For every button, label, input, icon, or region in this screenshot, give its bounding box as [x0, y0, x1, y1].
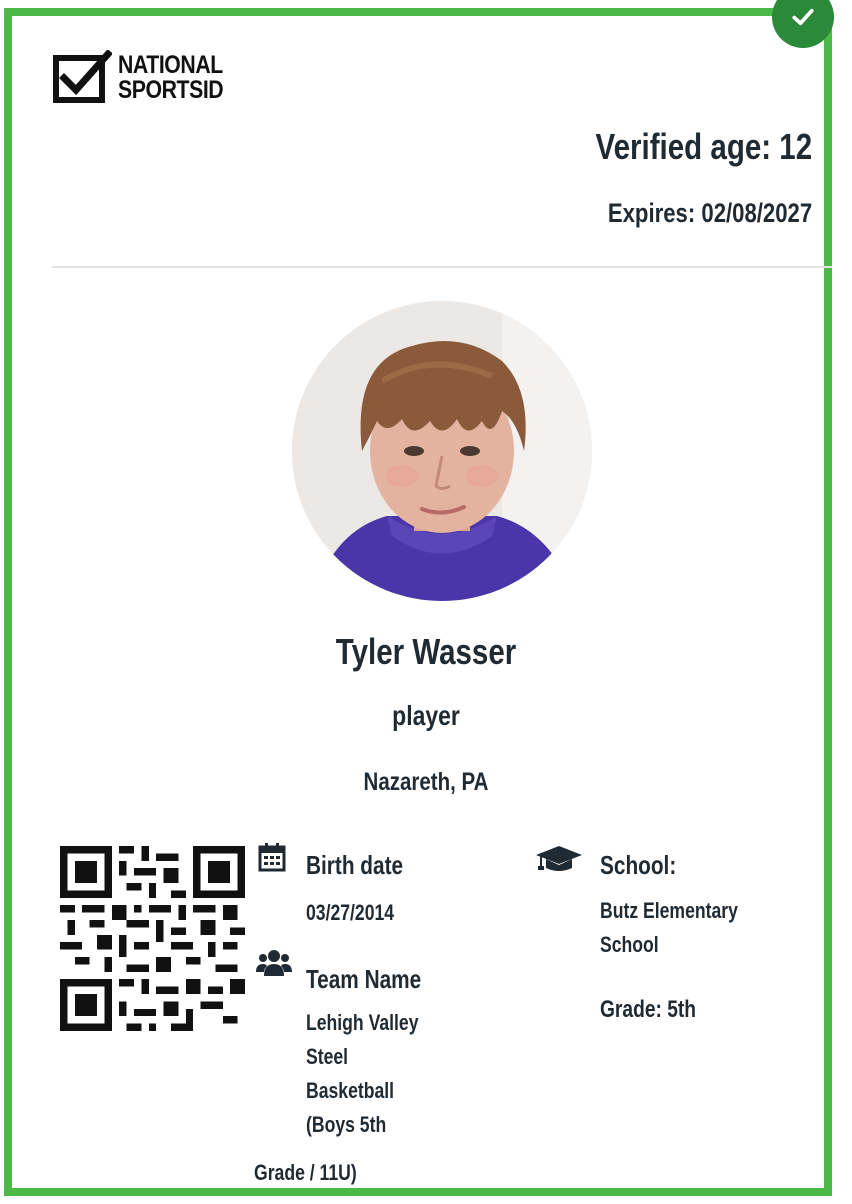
school-line: School — [600, 932, 659, 957]
team-name-label: Team Name — [306, 964, 422, 994]
checkbox-logo-icon — [52, 50, 112, 106]
qr-code — [60, 846, 245, 1031]
header-divider — [52, 266, 832, 268]
school-grade: Grade: 5th — [600, 996, 697, 1023]
graduation-cap-icon — [536, 846, 582, 871]
check-icon — [792, 8, 814, 26]
calendar-icon — [258, 843, 286, 872]
verified-age: Verified age: 12 — [595, 126, 812, 167]
avatar — [292, 301, 592, 601]
logo-line-2: SPORTSID — [118, 76, 224, 104]
team-name-line: (Boys 5th — [306, 1112, 387, 1137]
player-name: Tyler Wasser — [335, 631, 517, 672]
school-value: Butz Elementary School — [600, 894, 738, 962]
school-label: School: — [600, 850, 677, 880]
team-name-value: Lehigh Valley Steel Basketball (Boys 5th — [306, 1006, 418, 1142]
users-icon — [256, 950, 292, 976]
team-name-line-last: Grade / 11U) — [254, 1160, 357, 1185]
school-line: Butz Elementary — [600, 898, 738, 923]
player-role: player — [392, 700, 460, 731]
birth-date-value: 03/27/2014 — [306, 900, 395, 925]
birth-date-label: Birth date — [306, 850, 404, 880]
player-location: Nazareth, PA — [363, 768, 489, 796]
expiration-date: Expires: 02/08/2027 — [607, 198, 812, 228]
logo-wordmark: NATIONAL SPORTSID — [118, 51, 224, 104]
logo-line-1: NATIONAL — [118, 51, 223, 79]
id-card: NATIONAL SPORTSID Verified age: 12 Expir… — [4, 0, 834, 1196]
team-name-line: Lehigh Valley — [306, 1010, 419, 1035]
team-name-line: Steel — [306, 1044, 349, 1069]
verified-badge — [772, 0, 834, 48]
national-sportsid-logo: NATIONAL SPORTSID — [52, 50, 242, 106]
team-name-line: Basketball — [306, 1078, 395, 1103]
